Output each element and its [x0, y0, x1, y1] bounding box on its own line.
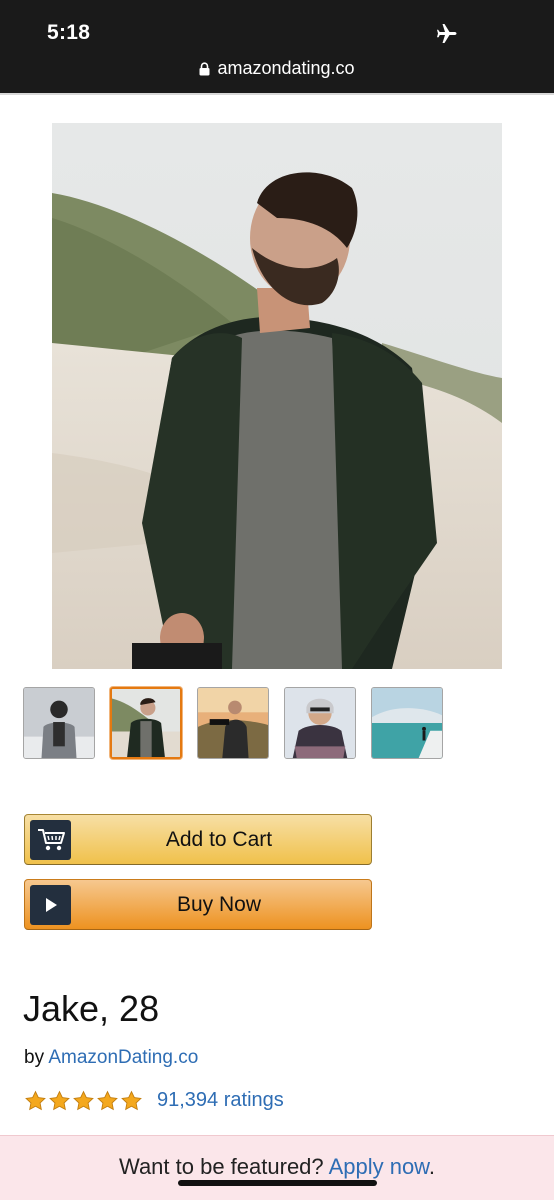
- buy-now-label: Buy Now: [176, 892, 262, 916]
- featured-banner: Want to be featured? Apply now.: [0, 1135, 554, 1200]
- star-icon: [73, 1090, 94, 1110]
- url-text: amazondating.co: [217, 58, 355, 78]
- thumbnail-3[interactable]: [197, 687, 269, 759]
- thumbnail-strip: [23, 687, 443, 759]
- main-photo[interactable]: [52, 123, 502, 669]
- ratings-count-link[interactable]: 91,394 ratings: [157, 1089, 284, 1112]
- status-time: 5:18: [47, 21, 91, 44]
- add-to-cart-button[interactable]: Add to Cart: [24, 814, 372, 865]
- byline: by AmazonDating.co: [24, 1047, 198, 1069]
- airplane-icon: [437, 24, 457, 43]
- byline-prefix: by: [24, 1047, 45, 1068]
- play-icon: [30, 885, 71, 925]
- divider: [0, 93, 554, 95]
- add-to-cart-label: Add to Cart: [165, 827, 273, 851]
- buy-now-button[interactable]: Buy Now: [24, 879, 372, 930]
- apply-now-link[interactable]: Apply now: [329, 1154, 429, 1179]
- browser-top-bar: 5:18 amazondating.co: [0, 0, 554, 93]
- banner-text: Want to be featured? Apply now.: [0, 1154, 554, 1180]
- profile-title: Jake, 28: [23, 988, 160, 1029]
- seller-link[interactable]: AmazonDating.co: [48, 1047, 198, 1068]
- cart-icon: [30, 820, 71, 860]
- star-icon: [49, 1090, 70, 1110]
- star-rating: [24, 1090, 143, 1112]
- thumbnail-1[interactable]: [23, 687, 95, 759]
- banner-prompt: Want to be featured?: [119, 1154, 324, 1179]
- star-icon: [25, 1090, 46, 1110]
- lock-icon: [199, 61, 210, 75]
- thumbnail-5[interactable]: [371, 687, 443, 759]
- thumbnail-2[interactable]: [110, 687, 182, 759]
- home-indicator[interactable]: [178, 1180, 377, 1186]
- banner-suffix: .: [428, 1154, 435, 1179]
- thumbnail-4[interactable]: [284, 687, 356, 759]
- ratings-row[interactable]: 91,394 ratings: [24, 1089, 284, 1112]
- star-icon: [97, 1090, 118, 1110]
- address-bar[interactable]: amazondating.co: [0, 58, 554, 79]
- star-icon: [121, 1090, 142, 1110]
